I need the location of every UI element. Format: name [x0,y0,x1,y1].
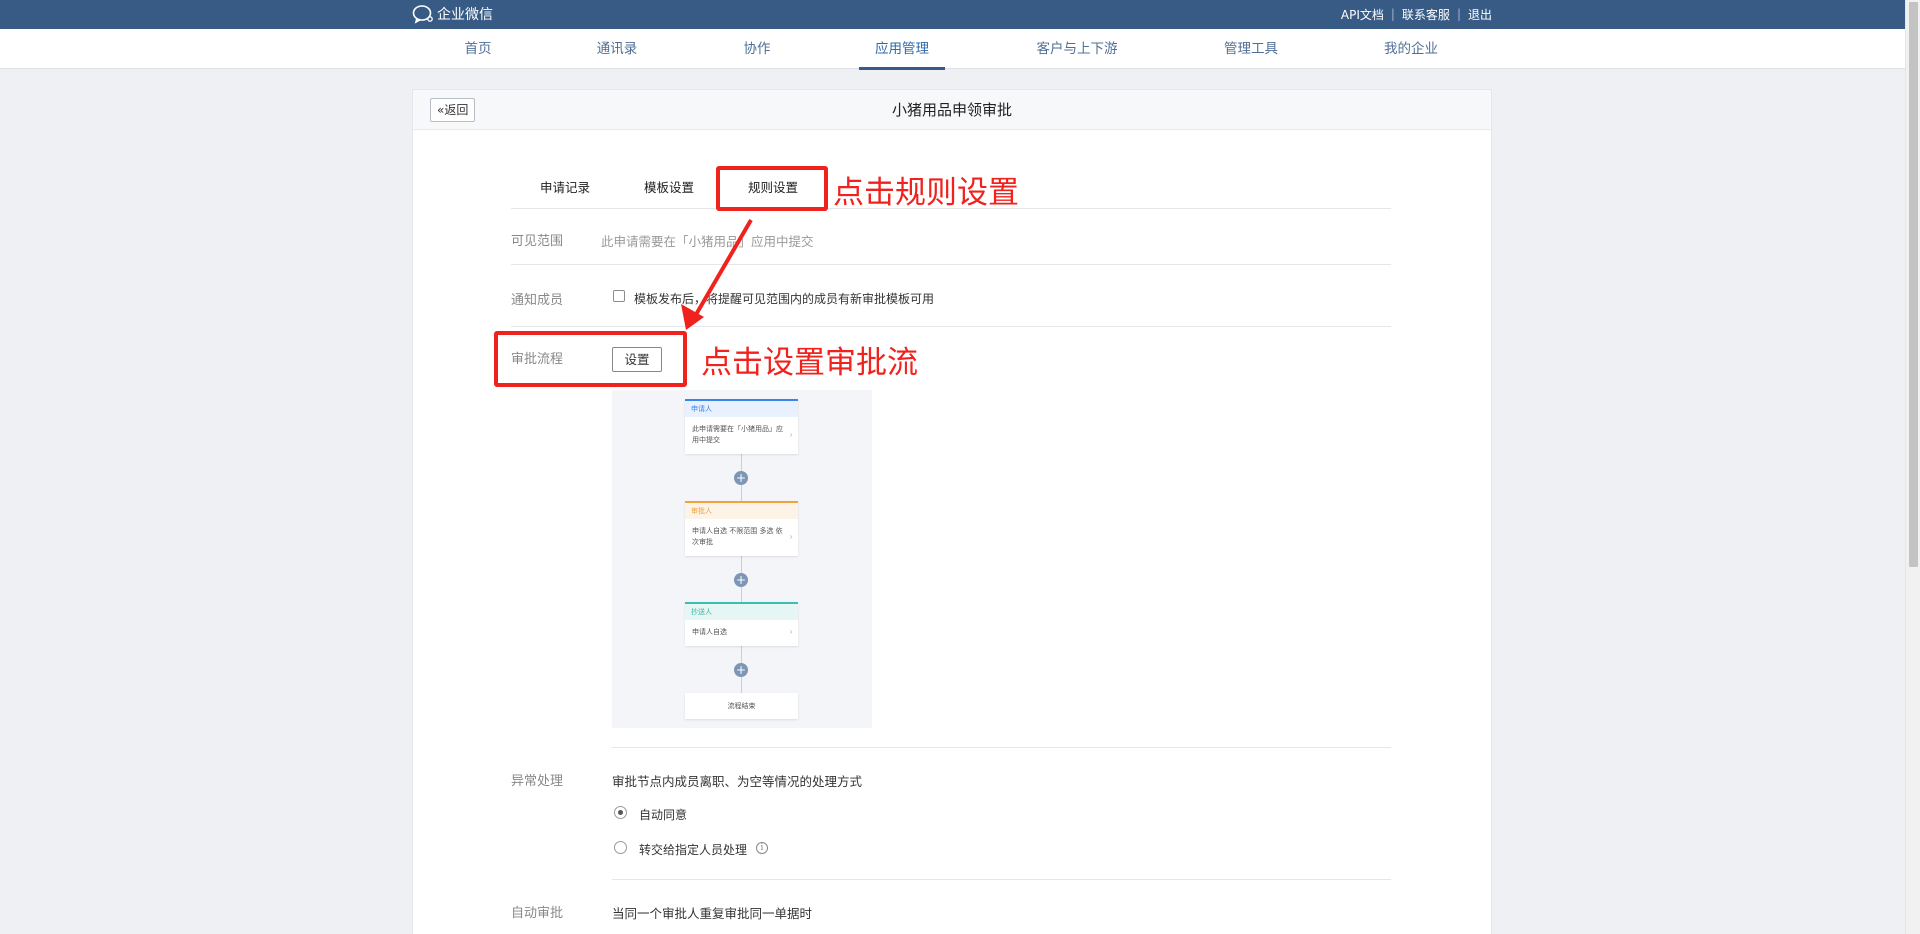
flow-node-body: 申请人自选 › [685,620,798,646]
auto-approval-label: 自动审批 [511,906,564,921]
chevron-right-icon: › [789,532,793,542]
annotation-click-rules: 点击规则设置 [833,175,1019,211]
add-node-icon: + [734,663,748,677]
visible-range-label: 可见范围 [511,234,564,249]
nav-home[interactable]: 首页 [463,29,493,69]
flow-node-cc: 抄送人 申请人自选 › [685,602,798,646]
top-bar: 企业微信 API文档 | 联系客服 | 退出 [0,0,1920,29]
vertical-scrollbar[interactable] [1905,0,1920,934]
link-separator: | [1456,7,1461,21]
annotation-box-flow [494,331,687,387]
logo[interactable]: 企业微信 [412,3,493,25]
flow-node-approver: 审批人 申请人自选 不限范围 多选 依次审批 › [685,501,798,556]
nav-customers-partners[interactable]: 客户与上下游 [1034,29,1120,69]
api-docs-link[interactable]: API文档 [1341,6,1384,23]
visible-range-text: 此申请需要在「小猪用品」应用中提交 [601,234,814,249]
logout-link[interactable]: 退出 [1468,6,1492,23]
nav-app-management[interactable]: 应用管理 [859,29,945,70]
add-node-icon: + [734,471,748,485]
nav-contacts[interactable]: 通讯录 [595,29,639,69]
tab-template-settings[interactable]: 模板设置 [644,177,694,196]
divider [612,879,1391,880]
auto-approve-option-label: 自动同意 [639,808,688,822]
flow-node-text: 此申请需要在「小猪用品」应用中提交 [692,425,783,444]
main-nav: 首页 通讯录 协作 应用管理 客户与上下游 管理工具 我的企业 [0,29,1905,70]
notify-checkbox-label: 模板发布后，将提醒可见范围内的成员有新审批模板可用 [634,292,935,306]
logo-text: 企业微信 [437,7,493,23]
contact-support-link[interactable]: 联系客服 [1402,6,1450,23]
add-node-icon: + [734,573,748,587]
flow-node-body: 此申请需要在「小猪用品」应用中提交 › [685,417,798,454]
auto-approval-description: 当同一个审批人重复审批同一单据时 [612,906,813,921]
wecom-logo-icon [412,5,433,24]
approval-flow-preview[interactable]: 申请人 此申请需要在「小猪用品」应用中提交 › + 审批人 申请人自选 不限范围… [612,390,872,728]
auto-approve-radio[interactable] [614,806,627,819]
divider [511,264,1391,265]
page-title: 小猪用品申领审批 [891,101,1012,119]
transfer-option-label: 转交给指定人员处理 [639,843,748,857]
divider [612,747,1391,748]
notify-members-label: 通知成员 [511,293,564,308]
transfer-radio[interactable] [614,841,627,854]
panel-header: 小猪用品申领审批 «返回 [413,90,1491,130]
notify-checkbox[interactable] [613,290,625,302]
info-icon[interactable]: i [756,842,768,854]
nav-management-tools[interactable]: 管理工具 [1222,29,1280,69]
annotation-click-flow: 点击设置审批流 [701,345,918,381]
flow-node-head: 审批人 [685,503,798,519]
flow-node-text: 申请人自选 [692,628,727,636]
divider [511,326,1391,327]
top-links: API文档 | 联系客服 | 退出 [1341,5,1492,23]
flow-node-body: 申请人自选 不限范围 多选 依次审批 › [685,519,798,556]
chevron-right-icon: › [789,430,793,440]
exception-description: 审批节点内成员离职、为空等情况的处理方式 [612,774,863,789]
chevron-right-icon: › [789,627,793,638]
flow-node-head: 抄送人 [685,604,798,620]
content-panel: 小猪用品申领审批 «返回 [412,89,1492,934]
nav-collaboration[interactable]: 协作 [742,29,772,69]
exception-handling-label: 异常处理 [511,774,564,789]
nav-my-enterprise[interactable]: 我的企业 [1382,29,1440,69]
scrollbar-thumb[interactable] [1909,2,1918,567]
flow-node-text: 申请人自选 不限范围 多选 依次审批 [692,527,783,546]
back-button[interactable]: «返回 [430,98,476,122]
annotation-box-rules [716,166,828,211]
link-separator: | [1390,7,1395,21]
flow-end-node: 流程结束 [685,693,798,719]
flow-node-applicant: 申请人 此申请需要在「小猪用品」应用中提交 › [685,399,798,454]
flow-node-head: 申请人 [685,401,798,417]
tab-application-records[interactable]: 申请记录 [540,177,590,196]
